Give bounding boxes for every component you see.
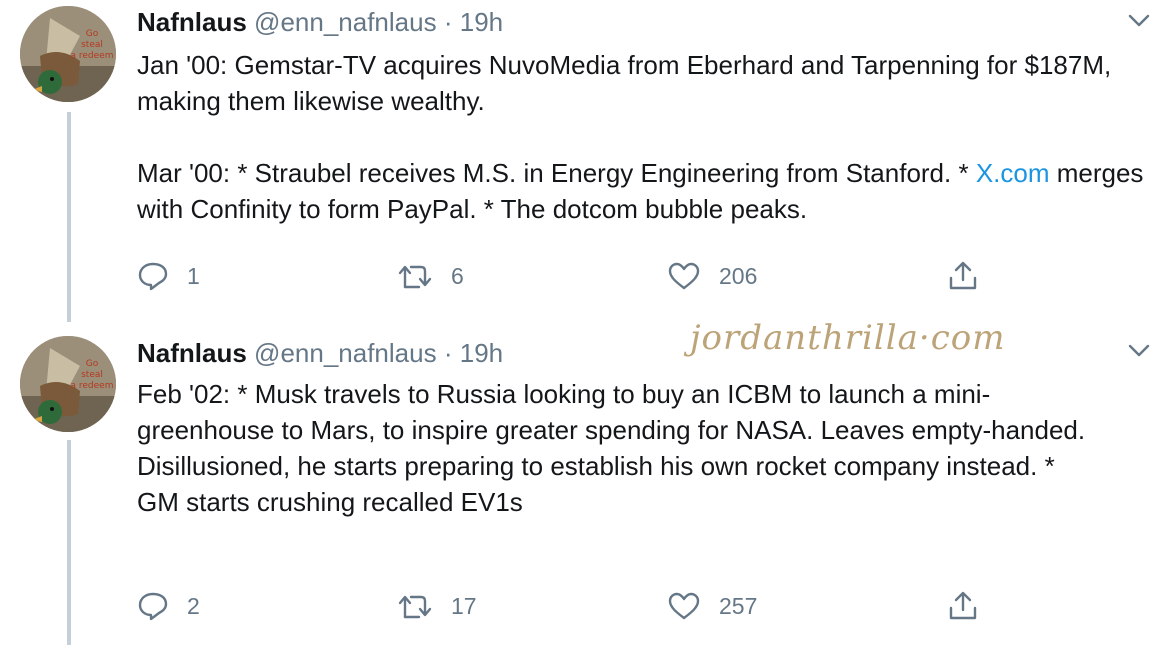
reply-count: 2 — [187, 592, 200, 619]
svg-text:steal: steal — [81, 40, 103, 50]
tweet-paragraph-1: Feb '02: * Musk travels to Russia lookin… — [137, 379, 1086, 445]
chevron-down-icon[interactable] — [1126, 8, 1152, 34]
author-handle[interactable]: @enn_nafnlaus — [254, 338, 437, 368]
avatar-duck-image: Go steal a redeem — [20, 336, 116, 432]
chevron-down-icon[interactable] — [1126, 338, 1152, 364]
tweet-2[interactable]: Go steal a redeem Nafnlaus @enn_nafnlaus… — [0, 330, 1176, 648]
share-icon — [949, 261, 977, 290]
heart-icon — [668, 262, 700, 290]
avatar-duck-image: Go steal a redeem — [20, 6, 116, 102]
reply-count: 1 — [187, 262, 200, 289]
retweet-icon — [398, 265, 432, 289]
reply-icon — [138, 262, 168, 291]
separator: · — [443, 338, 453, 368]
share-icon — [949, 591, 977, 620]
svg-text:a redeem: a redeem — [71, 381, 114, 391]
retweet-count: 17 — [451, 592, 477, 619]
tweet-1[interactable]: Go steal a redeem Nafnlaus @enn_nafnlaus… — [0, 0, 1176, 320]
like-count: 257 — [719, 592, 758, 619]
share-button[interactable] — [947, 586, 997, 626]
tweet-text: Feb '02: * Musk travels to Russia lookin… — [137, 376, 1097, 520]
timestamp[interactable]: 19h — [460, 338, 503, 368]
tweet-paragraph-2-start: Mar '00: * Straubel receives M.S. in Ene… — [137, 158, 969, 188]
tweet-header: Nafnlaus @enn_nafnlaus · 19h — [137, 7, 503, 37]
avatar-lettering: Go — [86, 29, 99, 39]
retweet-icon — [398, 595, 432, 619]
heart-icon — [668, 592, 700, 620]
reply-icon — [138, 592, 168, 621]
retweet-button[interactable]: 17 — [397, 586, 477, 626]
retweet-count: 6 — [451, 262, 464, 289]
author-handle[interactable]: @enn_nafnlaus — [254, 7, 437, 37]
tweet-actions: 2 17 257 — [137, 586, 1137, 626]
author-name[interactable]: Nafnlaus — [137, 338, 247, 368]
author-name[interactable]: Nafnlaus — [137, 7, 247, 37]
tweet-paragraph-2: Disillusioned, he starts preparing to es… — [137, 451, 1055, 517]
tweet-header: Nafnlaus @enn_nafnlaus · 19h — [137, 338, 503, 368]
reply-button[interactable]: 2 — [137, 586, 200, 626]
svg-text:steal: steal — [81, 370, 103, 380]
tweet-paragraph-2: Mar '00: * Straubel receives M.S. in Ene… — [137, 155, 1157, 227]
separator: · — [443, 7, 453, 37]
tweet-paragraph-1: Jan '00: Gemstar-TV acquires NuvoMedia f… — [137, 50, 1112, 116]
like-button[interactable]: 206 — [667, 256, 757, 296]
tweet-text: Jan '00: Gemstar-TV acquires NuvoMedia f… — [137, 47, 1157, 227]
share-button[interactable] — [947, 256, 997, 296]
svg-text:a redeem: a redeem — [71, 51, 114, 61]
avatar[interactable]: Go steal a redeem — [20, 336, 116, 432]
xcom-link[interactable]: X.com — [976, 158, 1050, 188]
like-button[interactable]: 257 — [667, 586, 757, 626]
avatar-lettering: Go — [86, 359, 99, 369]
reply-button[interactable]: 1 — [137, 256, 200, 296]
tweet-actions: 1 6 206 — [137, 256, 1137, 296]
like-count: 206 — [719, 262, 758, 289]
retweet-button[interactable]: 6 — [397, 256, 464, 296]
avatar[interactable]: Go steal a redeem — [20, 6, 116, 102]
timestamp[interactable]: 19h — [460, 7, 503, 37]
